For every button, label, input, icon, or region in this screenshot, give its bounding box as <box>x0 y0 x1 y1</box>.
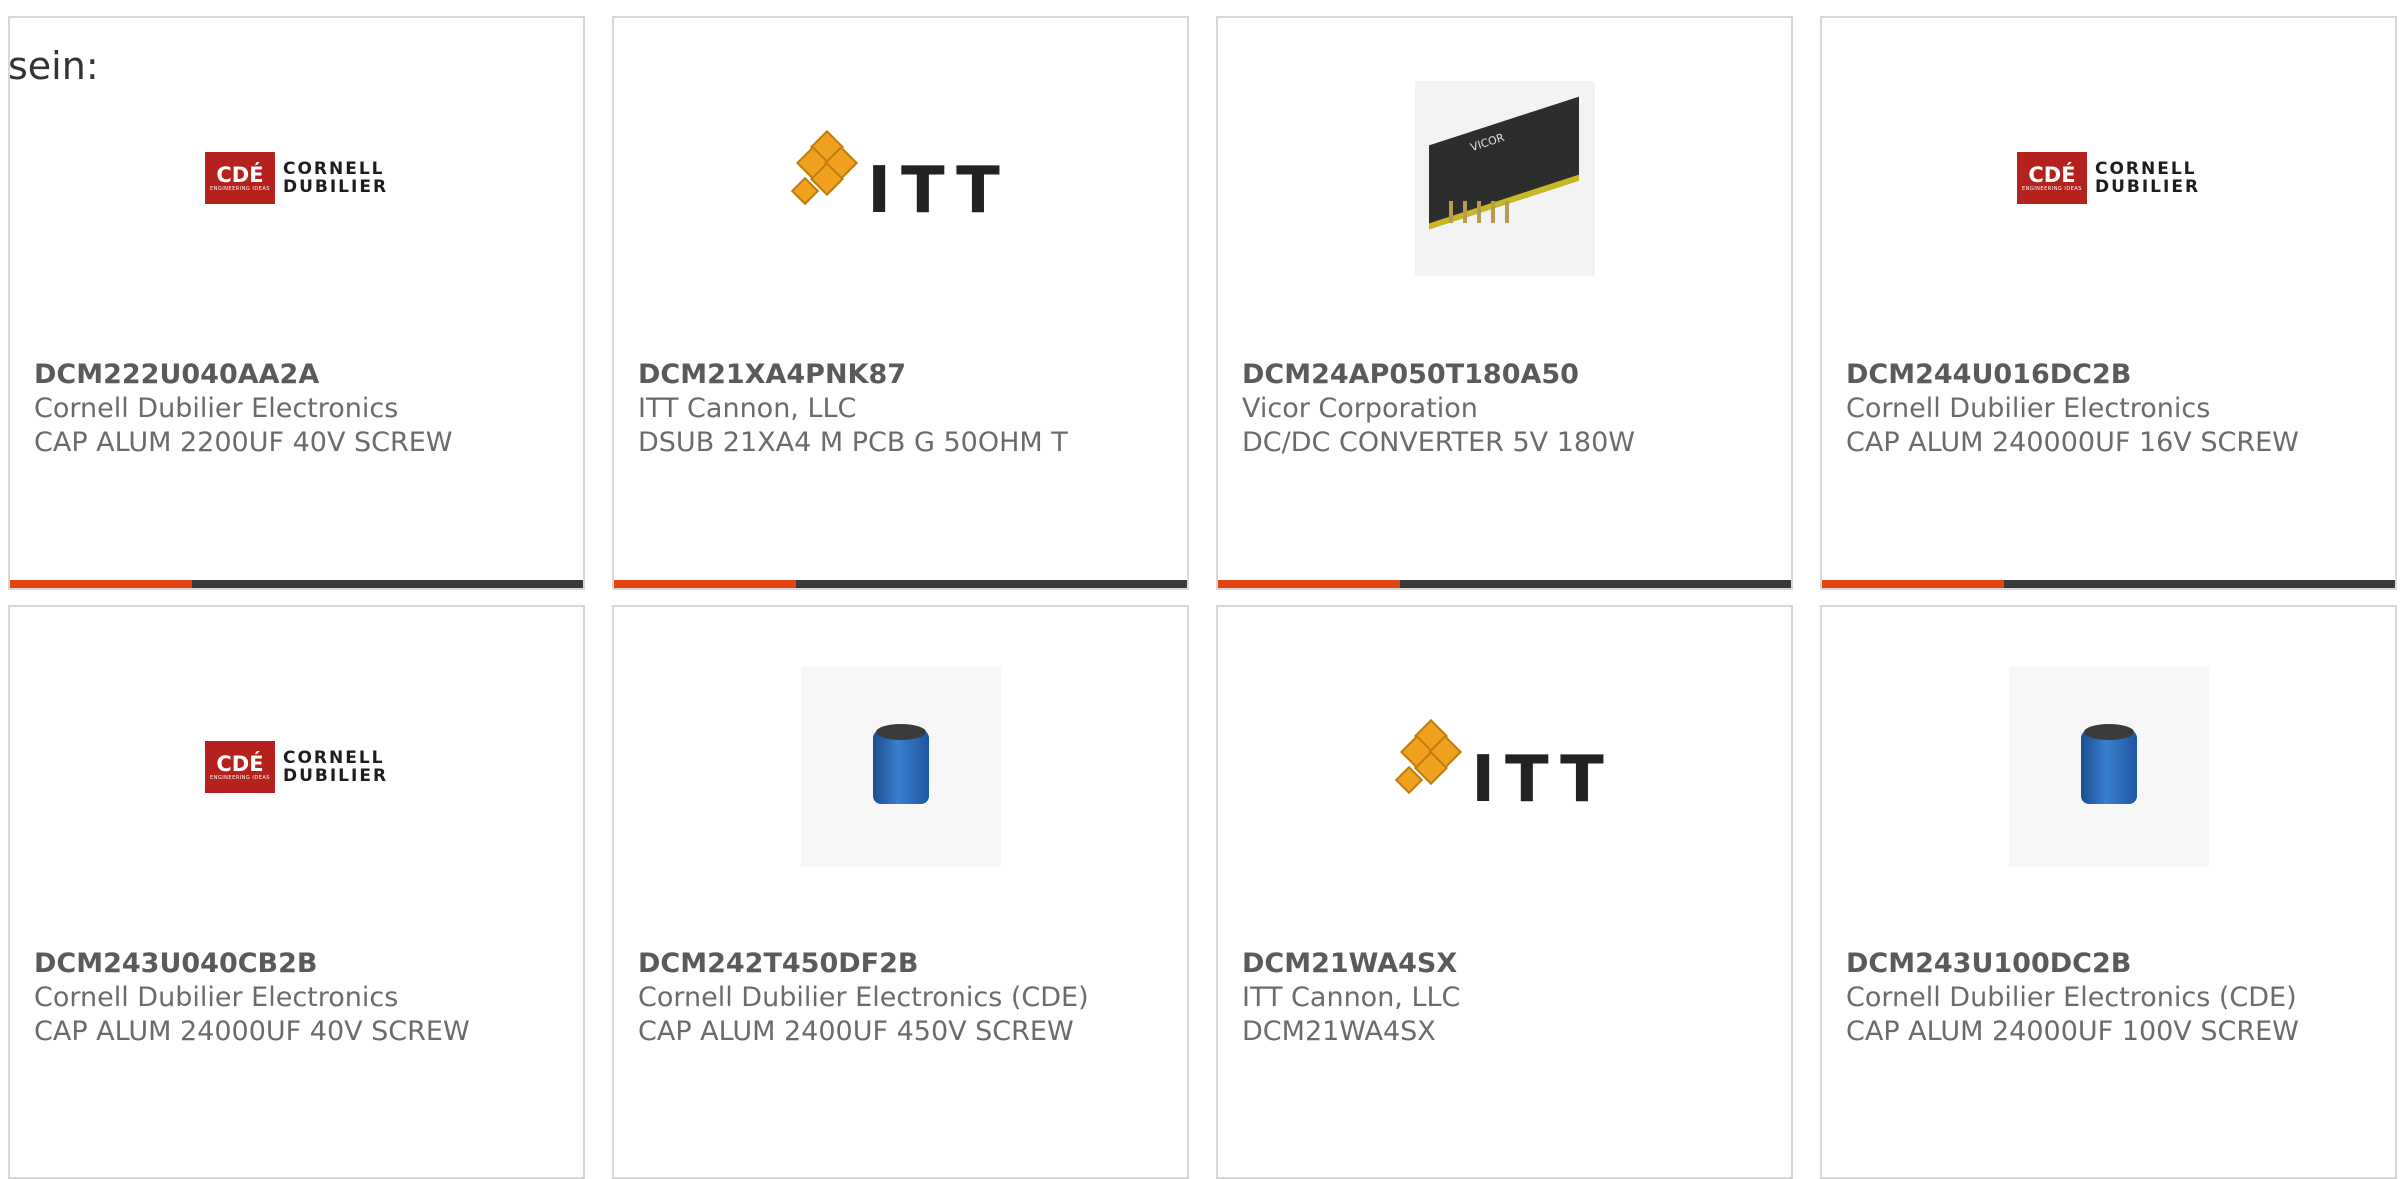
part-number[interactable]: DCM244U016DC2B <box>1846 358 2385 392</box>
product-image[interactable] <box>614 667 1187 867</box>
manufacturer: Cornell Dubilier Electronics <box>34 982 399 1013</box>
product-image[interactable]: CDÉ ENGINEERING IDEAS CORNELL DUBILIER <box>10 78 583 278</box>
manufacturer: Cornell Dubilier Electronics <box>1846 393 2211 424</box>
product-card-2[interactable]: ITT DCM21XA4PNK87 ITT Cannon, LLC DSUB 2… <box>612 16 1189 590</box>
description: CAP ALUM 2200UF 40V SCREW <box>34 427 453 458</box>
manufacturer: ITT Cannon, LLC <box>1242 982 1461 1013</box>
description: DSUB 21XA4 M PCB G 50OHM T <box>638 427 1068 458</box>
card-bottom-bar <box>614 580 1187 588</box>
description: DC/DC CONVERTER 5V 180W <box>1242 427 1635 458</box>
product-card-3[interactable]: VICOR DCM24AP050T180A50 Vicor Corporatio… <box>1216 16 1793 590</box>
description: CAP ALUM 240000UF 16V SCREW <box>1846 427 2299 458</box>
manufacturer: ITT Cannon, LLC <box>638 393 857 424</box>
description: CAP ALUM 24000UF 100V SCREW <box>1846 1016 2299 1047</box>
itt-logo: ITT <box>791 130 1010 223</box>
product-card-7[interactable]: ITT DCM21WA4SX ITT Cannon, LLC DCM21WA4S… <box>1216 605 1793 1179</box>
product-image[interactable]: CDÉ ENGINEERING IDEAS CORNELL DUBILIER <box>10 667 583 867</box>
cde-logo: CDÉ ENGINEERING IDEAS CORNELL DUBILIER <box>204 152 388 204</box>
card-bottom-bar <box>1218 580 1791 588</box>
part-number[interactable]: DCM21WA4SX <box>1242 947 1781 981</box>
converter-photo: VICOR <box>1414 80 1595 276</box>
product-card-5[interactable]: CDÉ ENGINEERING IDEAS CORNELL DUBILIER DCM… <box>8 605 585 1179</box>
manufacturer: Vicor Corporation <box>1242 393 1478 424</box>
part-number[interactable]: DCM24AP050T180A50 <box>1242 358 1781 392</box>
product-image[interactable]: ITT <box>1218 667 1791 867</box>
part-number[interactable]: DCM243U100DC2B <box>1846 947 2385 981</box>
manufacturer: Cornell Dubilier Electronics <box>34 393 399 424</box>
manufacturer: Cornell Dubilier Electronics (CDE) <box>1846 982 2297 1013</box>
part-number[interactable]: DCM243U040CB2B <box>34 947 573 981</box>
part-number[interactable]: DCM21XA4PNK87 <box>638 358 1177 392</box>
capacitor-photo <box>2008 667 2209 867</box>
intro-text: sein: <box>8 44 99 88</box>
product-card-4[interactable]: CDÉ ENGINEERING IDEAS CORNELL DUBILIER DCM… <box>1820 16 2397 590</box>
product-image[interactable] <box>1822 667 2395 867</box>
cde-logo: CDÉ ENGINEERING IDEAS CORNELL DUBILIER <box>2016 152 2200 204</box>
product-image[interactable]: ITT <box>614 78 1187 278</box>
product-card-6[interactable]: DCM242T450DF2B Cornell Dubilier Electron… <box>612 605 1189 1179</box>
card-bottom-bar <box>1822 580 2395 588</box>
description: CAP ALUM 24000UF 40V SCREW <box>34 1016 470 1047</box>
product-image[interactable]: VICOR <box>1218 78 1791 278</box>
product-image[interactable]: CDÉ ENGINEERING IDEAS CORNELL DUBILIER <box>1822 78 2395 278</box>
itt-logo: ITT <box>1395 719 1614 812</box>
product-card-1[interactable]: CDÉ ENGINEERING IDEAS CORNELL DUBILIER DCM… <box>8 16 585 590</box>
description: DCM21WA4SX <box>1242 1016 1436 1047</box>
capacitor-photo <box>800 667 1001 867</box>
manufacturer: Cornell Dubilier Electronics (CDE) <box>638 982 1089 1013</box>
card-bottom-bar <box>10 580 583 588</box>
part-number[interactable]: DCM242T450DF2B <box>638 947 1177 981</box>
cde-logo: CDÉ ENGINEERING IDEAS CORNELL DUBILIER <box>204 741 388 793</box>
description: CAP ALUM 2400UF 450V SCREW <box>638 1016 1074 1047</box>
part-number[interactable]: DCM222U040AA2A <box>34 358 573 392</box>
product-card-8[interactable]: DCM243U100DC2B Cornell Dubilier Electron… <box>1820 605 2397 1179</box>
